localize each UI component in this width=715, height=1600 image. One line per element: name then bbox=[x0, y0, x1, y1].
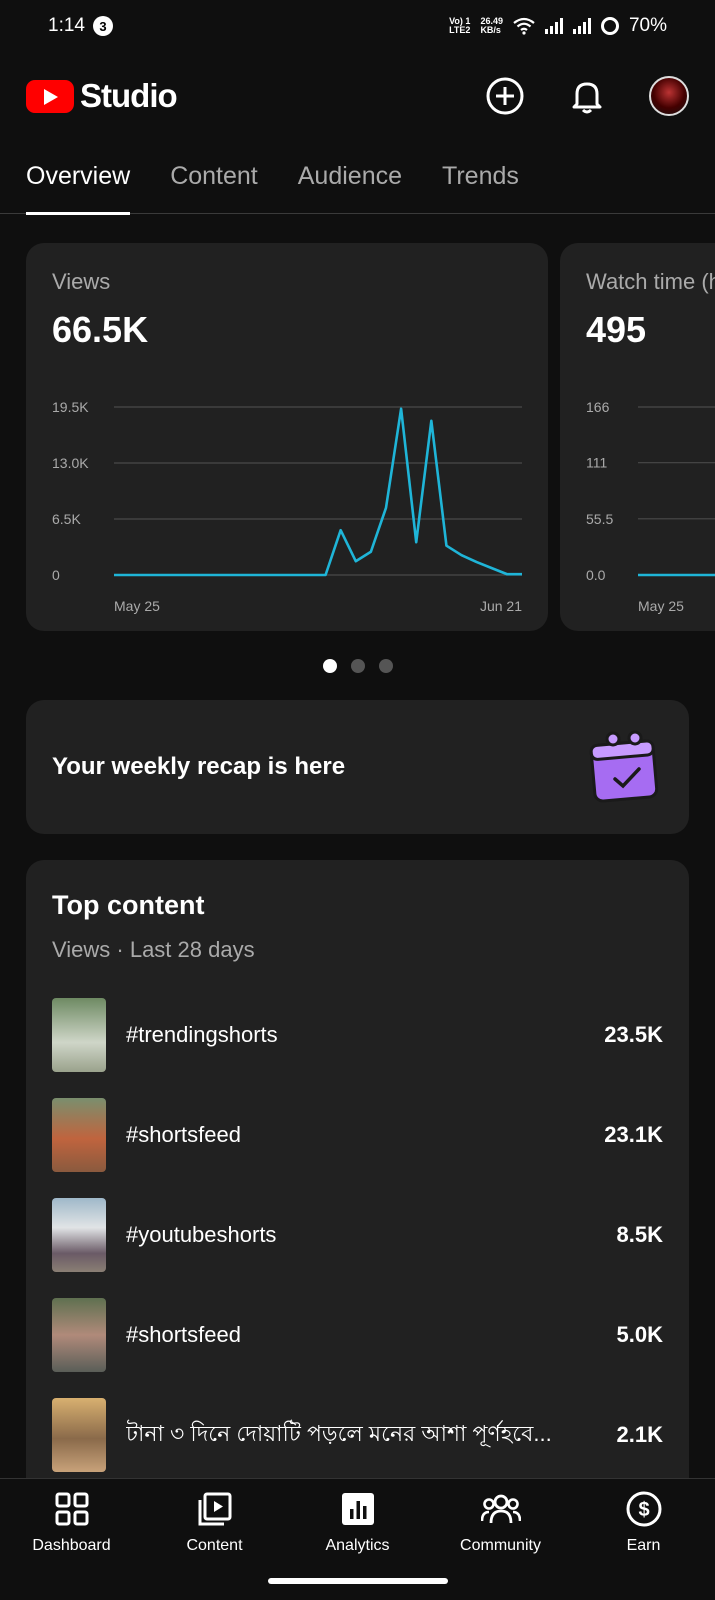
list-item[interactable]: #shortsfeed 5.0K bbox=[52, 1285, 663, 1385]
nav-label: Content bbox=[186, 1537, 243, 1554]
views-card[interactable]: Views 66.5K 0 6.5K 13.0K 19.5K May 25 Jun 21 bbox=[26, 243, 548, 631]
nav-label: Analytics bbox=[325, 1537, 390, 1554]
community-icon bbox=[480, 1494, 521, 1524]
video-views: 23.5K bbox=[604, 1022, 663, 1047]
nav-label: Earn bbox=[626, 1537, 661, 1554]
list-item[interactable]: টানা ৩ দিনে দোয়াটি পড়লে মনের আশা পূর্ণ… bbox=[52, 1385, 663, 1480]
video-thumbnail bbox=[52, 998, 106, 1072]
video-title: #youtubeshorts bbox=[126, 1222, 277, 1247]
status-bar: 1:14 3 Vo) 1 LTE2 26.49 KB/s 70% bbox=[0, 0, 715, 52]
y-tick-label: 19.5K bbox=[52, 399, 89, 415]
status-time: 1:14 bbox=[48, 15, 85, 36]
x-tick-label: May 25 bbox=[114, 598, 160, 614]
y-tick-label: 13.0K bbox=[52, 455, 89, 471]
nav-earn[interactable]: $ Earn bbox=[572, 1479, 715, 1600]
dashboard-icon bbox=[55, 1492, 88, 1526]
top-tabs: Overview Content Audience Trends bbox=[0, 150, 715, 215]
watch-time-line-chart: 166 111 55.5 0.0 May 25 bbox=[586, 399, 715, 614]
video-title: #shortsfeed bbox=[126, 1322, 241, 1347]
battery-percent: 70% bbox=[628, 15, 667, 36]
app-header: Studio bbox=[0, 62, 715, 130]
top-content-card: Top content Views · Last 28 days #trendi… bbox=[26, 860, 689, 1480]
carousel-dot[interactable] bbox=[322, 659, 337, 673]
tab-content[interactable]: Content bbox=[170, 150, 258, 214]
notification-bell-icon bbox=[572, 82, 602, 114]
video-title: #shortsfeed bbox=[126, 1122, 241, 1147]
tab-overview[interactable]: Overview bbox=[26, 150, 131, 215]
watch-time-card[interactable]: Watch time (hours) 495 166 111 55.5 0.0 May … bbox=[560, 243, 715, 631]
views-series-line bbox=[114, 407, 522, 577]
content-icon bbox=[198, 1492, 231, 1526]
y-tick-label: 0.0 bbox=[586, 567, 606, 583]
signal-2-icon bbox=[572, 18, 591, 34]
views-line-chart: 0 6.5K 13.0K 19.5K May 25 Jun 21 bbox=[52, 399, 522, 614]
analytics-icon bbox=[341, 1493, 374, 1525]
list-item[interactable]: #trendingshorts 23.5K bbox=[52, 985, 663, 1085]
studio-logo[interactable]: Studio bbox=[26, 77, 178, 115]
svg-text:$: $ bbox=[638, 1499, 649, 1521]
metric-value: 66.5K bbox=[52, 309, 149, 350]
metrics-carousel[interactable]: Views 66.5K 0 6.5K 13.0K 19.5K May 25 Jun 21 … bbox=[26, 243, 715, 633]
y-tick-label: 111 bbox=[586, 455, 607, 471]
recap-text: Your weekly recap is here bbox=[52, 753, 346, 780]
nav-label: Dashboard bbox=[32, 1537, 111, 1554]
y-tick-label: 0 bbox=[52, 567, 60, 583]
earn-icon: $ bbox=[626, 1491, 661, 1527]
signal-1-icon bbox=[544, 18, 563, 34]
list-item[interactable]: #shortsfeed 23.1K bbox=[52, 1085, 663, 1185]
network-type: Vo) 1 LTE2 bbox=[449, 16, 471, 35]
video-title: টানা ৩ দিনে দোয়াটি পড়লে মনের আশা পূর্ণ… bbox=[126, 1420, 552, 1446]
nav-dashboard[interactable]: Dashboard bbox=[0, 1479, 143, 1600]
x-tick-label: May 25 bbox=[638, 598, 684, 614]
carousel-dot[interactable] bbox=[350, 659, 365, 673]
notification-count-badge: 3 bbox=[92, 16, 113, 36]
create-icon bbox=[486, 77, 524, 115]
carousel-dot[interactable] bbox=[378, 659, 393, 673]
home-indicator[interactable] bbox=[268, 1578, 448, 1584]
network-speed: 26.49 KB/s bbox=[480, 16, 503, 35]
wifi-icon bbox=[513, 17, 535, 35]
video-views: 23.1K bbox=[604, 1122, 663, 1147]
video-thumbnail bbox=[52, 1298, 106, 1372]
y-tick-label: 166 bbox=[586, 399, 610, 415]
calendar-recap-icon bbox=[589, 730, 659, 803]
battery-icon bbox=[600, 17, 619, 35]
weekly-recap-card[interactable]: Your weekly recap is here bbox=[26, 700, 689, 834]
list-item[interactable]: #youtubeshorts 8.5K bbox=[52, 1185, 663, 1285]
video-views: 2.1K bbox=[616, 1422, 663, 1447]
video-views: 5.0K bbox=[616, 1322, 663, 1347]
nav-label: Community bbox=[460, 1537, 541, 1554]
y-tick-label: 55.5 bbox=[586, 511, 613, 527]
metric-label: Views bbox=[52, 269, 111, 294]
youtube-play-icon bbox=[26, 79, 74, 113]
tab-trends[interactable]: Trends bbox=[442, 150, 519, 214]
x-tick-label: Jun 21 bbox=[480, 598, 522, 614]
video-thumbnail bbox=[52, 1198, 106, 1272]
video-views: 8.5K bbox=[616, 1222, 663, 1247]
nav-content[interactable]: Content bbox=[143, 1479, 286, 1600]
video-title: #trendingshorts bbox=[126, 1022, 278, 1047]
avatar[interactable] bbox=[649, 76, 689, 116]
logo-text: Studio bbox=[80, 77, 178, 114]
metric-value: 495 bbox=[586, 309, 647, 350]
nav-community[interactable]: Community bbox=[429, 1479, 572, 1600]
video-thumbnail bbox=[52, 1398, 106, 1472]
metric-label: Watch time (hours) bbox=[586, 269, 715, 294]
carousel-dots bbox=[0, 659, 715, 673]
y-tick-label: 6.5K bbox=[52, 511, 81, 527]
create-button[interactable] bbox=[485, 76, 525, 116]
video-thumbnail bbox=[52, 1098, 106, 1172]
top-content-list: #trendingshorts 23.5K #shortsfeed 23.1K … bbox=[52, 985, 663, 1480]
top-content-subtitle: Views · Last 28 days bbox=[52, 937, 255, 962]
notifications-button[interactable] bbox=[567, 76, 607, 116]
top-content-title: Top content bbox=[52, 890, 205, 920]
tab-audience[interactable]: Audience bbox=[298, 150, 402, 214]
